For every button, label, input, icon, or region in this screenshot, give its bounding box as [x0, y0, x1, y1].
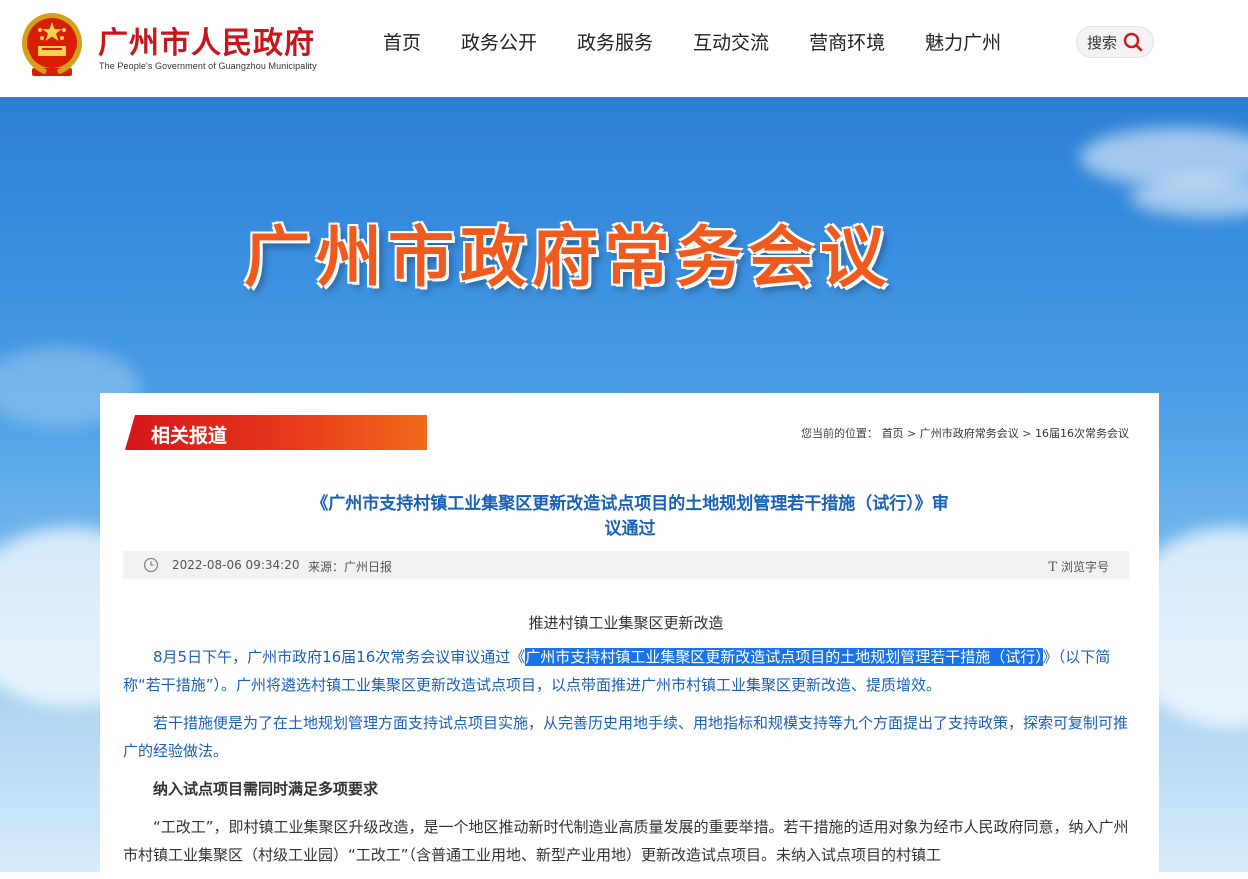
breadcrumb-item-current[interactable]: 16届16次常务会议	[1035, 427, 1129, 440]
breadcrumb-prefix: 您当前的位置：	[801, 427, 879, 440]
section-tag: 相关报道	[125, 415, 427, 450]
nav-gov-services[interactable]: 政务服务	[557, 28, 673, 58]
paragraph-1: 8月5日下午，广州市政府16届16次常务会议审议通过《广州市支持村镇工业集聚区更…	[123, 643, 1129, 699]
paragraph-3: “工改工”，即村镇工业集聚区升级改造，是一个地区推动新时代制造业高质量发展的重要…	[123, 818, 1129, 864]
search-icon	[1123, 32, 1143, 52]
nav-charm-guangzhou[interactable]: 魅力广州	[905, 28, 1021, 58]
breadcrumb-item-meetings[interactable]: 广州市政府常务会议	[920, 427, 1019, 440]
breadcrumb-item-home[interactable]: 首页	[882, 427, 904, 440]
site-title[interactable]: 广州市人民政府	[98, 18, 315, 62]
clock-icon	[143, 557, 159, 573]
nav-home[interactable]: 首页	[363, 28, 441, 58]
paragraph-2: 若干措施便是为了在土地规划管理方面支持试点项目实施，从完善历史用地手续、用地指标…	[123, 714, 1129, 760]
search-label: 搜索	[1086, 33, 1117, 52]
banner-title: 广州市政府常务会议	[244, 219, 892, 296]
nav-interaction[interactable]: 互动交流	[673, 28, 789, 58]
nav-gov-affairs-open[interactable]: 政务公开	[441, 28, 557, 58]
main-nav: 首页 政务公开 政务服务 互动交流 营商环境 魅力广州	[363, 28, 1021, 58]
breadcrumb-separator: >	[907, 427, 917, 440]
section-tag-label: 相关报道	[151, 425, 228, 447]
site-subtitle: The People's Government of Guangzhou Mun…	[99, 61, 317, 71]
search-button[interactable]: 搜索	[1076, 26, 1154, 58]
article-body: 推进村镇工业集聚区更新改造 8月5日下午，广州市政府16届16次常务会议审议通过…	[123, 609, 1129, 879]
article-subheading: 纳入试点项目需同时满足多项要求	[153, 780, 379, 798]
article-subtitle: 推进村镇工业集聚区更新改造	[528, 614, 724, 632]
breadcrumb: 您当前的位置： 首页 > 广州市政府常务会议 > 16届16次常务会议	[801, 425, 1129, 441]
font-size-label: 浏览字号	[1060, 560, 1109, 574]
article-panel: 相关报道 您当前的位置： 首页 > 广州市政府常务会议 > 16届16次常务会议…	[100, 393, 1159, 872]
paragraph-1-lead: 8月5日下午，广州市政府16届16次常务会议审议通过《	[153, 648, 526, 666]
selected-text-highlight[interactable]: 广州市支持村镇工业集聚区更新改造试点项目的土地规划管理若干措施（试行）	[525, 648, 1043, 666]
nav-business-environment[interactable]: 营商环境	[789, 28, 905, 58]
breadcrumb-separator: >	[1022, 427, 1032, 440]
site-header: 广州市人民政府 The People's Government of Guang…	[0, 0, 1248, 97]
font-size-control[interactable]: T 浏览字号	[1048, 558, 1109, 575]
national-emblem-icon[interactable]	[18, 10, 86, 80]
article-meta-bar: 2022-08-06 09:34:20 来源：广州日报 T 浏览字号	[123, 551, 1129, 579]
article-source: 来源：广州日报	[308, 560, 393, 574]
text-size-icon: T	[1048, 560, 1057, 575]
publish-date: 2022-08-06 09:34:20	[172, 558, 300, 572]
article-title: 《广州市支持村镇工业集聚区更新改造试点项目的土地规划管理若干措施（试行）》审议通…	[311, 494, 949, 539]
